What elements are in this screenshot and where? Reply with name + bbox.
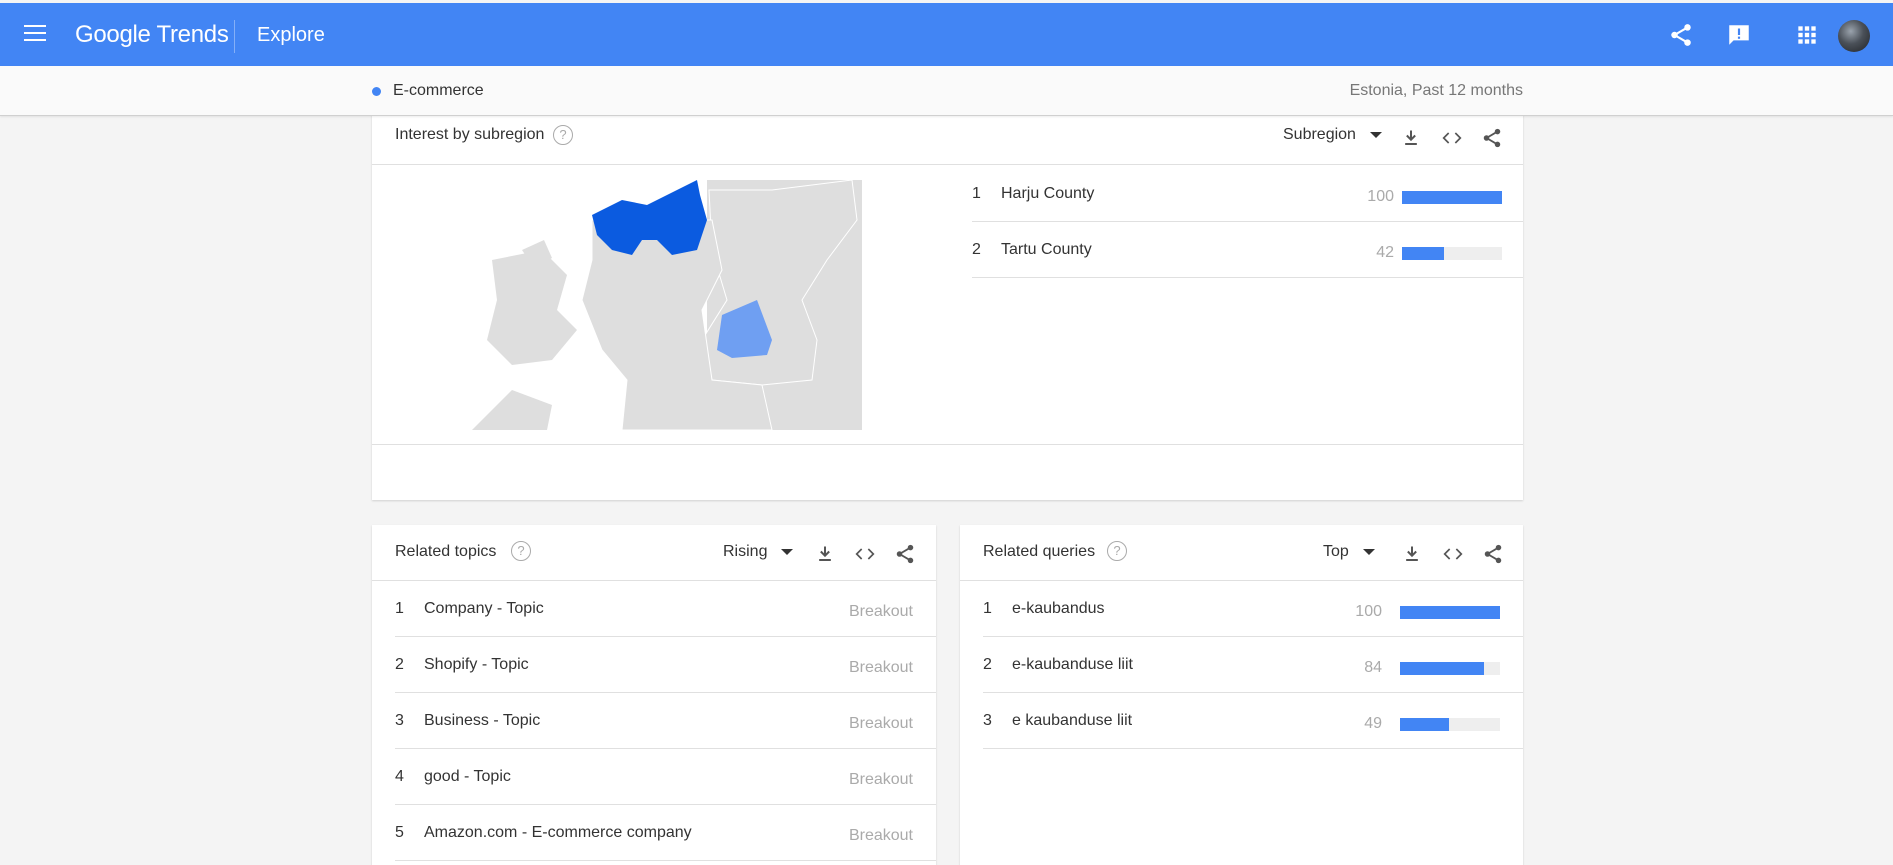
app-bar: Google Trends Explore bbox=[0, 3, 1893, 66]
value-bar bbox=[1400, 662, 1500, 675]
google-trends-logo[interactable]: Google Trends bbox=[75, 21, 229, 49]
term-color-dot bbox=[372, 87, 381, 96]
table-row[interactable]: 2 Shopify - Topic Breakout bbox=[395, 637, 936, 693]
map-island-saaremaa bbox=[487, 250, 577, 365]
row-rank: 4 bbox=[395, 768, 404, 785]
share-icon[interactable] bbox=[894, 543, 916, 565]
dropdown-label: Subregion bbox=[1283, 126, 1356, 143]
share-icon[interactable] bbox=[1482, 543, 1504, 565]
row-label[interactable]: e-kaubanduse liit bbox=[1012, 656, 1133, 674]
row-rank: 1 bbox=[395, 600, 404, 617]
interest-by-subregion-card: Interest by subregion ? Subregion 1 Harj… bbox=[372, 110, 1523, 500]
row-rank: 2 bbox=[983, 656, 992, 673]
row-rank: 3 bbox=[983, 712, 992, 729]
table-row[interactable]: 1 Harju County 100 bbox=[972, 166, 1523, 222]
caret-down-icon bbox=[1362, 548, 1375, 555]
feedback-icon[interactable] bbox=[1726, 22, 1752, 48]
value-bar-fill bbox=[1400, 718, 1449, 731]
search-term-bar: E-commerce Estonia, Past 12 months bbox=[0, 66, 1893, 116]
search-term[interactable]: E-commerce bbox=[393, 82, 484, 100]
embed-icon[interactable] bbox=[1442, 544, 1464, 564]
subregion-dropdown[interactable]: Subregion bbox=[1283, 126, 1382, 144]
related-topics-card: Related topics ? Rising 1 Company - Topi… bbox=[372, 525, 936, 865]
table-row[interactable]: 5 Amazon.com - E-commerce company Breako… bbox=[395, 805, 936, 861]
download-icon[interactable] bbox=[1402, 544, 1422, 564]
embed-icon[interactable] bbox=[1441, 128, 1463, 148]
row-rank: 2 bbox=[395, 656, 404, 673]
value-bar bbox=[1400, 718, 1500, 731]
table-row[interactable]: 2 e-kaubanduse liit 84 bbox=[983, 637, 1523, 693]
row-label[interactable]: Business - Topic bbox=[424, 712, 540, 730]
row-value: 100 bbox=[1367, 188, 1394, 205]
row-rank: 1 bbox=[972, 185, 981, 202]
row-value: Breakout bbox=[848, 715, 913, 732]
value-bar bbox=[1400, 606, 1500, 619]
table-row[interactable]: 3 e kaubanduse liit 49 bbox=[983, 693, 1523, 749]
value-bar bbox=[1402, 247, 1502, 260]
dropdown-label: Top bbox=[1323, 543, 1349, 560]
table-row[interactable]: 1 e-kaubandus 100 bbox=[983, 581, 1523, 637]
table-row[interactable]: 4 good - Topic Breakout bbox=[395, 749, 936, 805]
brand-divider bbox=[234, 20, 235, 53]
download-icon[interactable] bbox=[815, 544, 835, 564]
download-icon[interactable] bbox=[1401, 128, 1421, 148]
map-region-south-west bbox=[472, 390, 552, 430]
row-value: Breakout bbox=[848, 771, 913, 788]
filters-summary[interactable]: Estonia, Past 12 months bbox=[1350, 82, 1523, 100]
row-value: 84 bbox=[1364, 659, 1382, 676]
card-title: Interest by subregion bbox=[395, 126, 545, 143]
row-value: Breakout bbox=[848, 603, 913, 620]
table-row[interactable]: 1 Company - Topic Breakout bbox=[395, 581, 936, 637]
row-rank: 3 bbox=[395, 712, 404, 729]
apps-icon[interactable] bbox=[1794, 22, 1820, 48]
row-rank: 2 bbox=[972, 241, 981, 258]
row-label[interactable]: e-kaubandus bbox=[1012, 600, 1105, 618]
row-value: Breakout bbox=[848, 827, 913, 844]
row-value: 100 bbox=[1355, 603, 1382, 620]
footer-divider bbox=[372, 444, 1523, 445]
row-label[interactable]: Amazon.com - E-commerce company bbox=[424, 824, 692, 842]
related-queries-card: Related queries ? Top 1 e-kaubandus 100 … bbox=[960, 525, 1523, 865]
table-row[interactable]: 3 Business - Topic Breakout bbox=[395, 693, 936, 749]
caret-down-icon bbox=[781, 548, 794, 555]
row-label[interactable]: Shopify - Topic bbox=[424, 656, 529, 674]
estonia-map bbox=[472, 180, 862, 430]
row-label[interactable]: Company - Topic bbox=[424, 600, 544, 618]
header-divider bbox=[372, 164, 1523, 165]
avatar[interactable] bbox=[1838, 20, 1870, 52]
value-bar-fill bbox=[1400, 662, 1484, 675]
table-row[interactable]: 2 Tartu County 42 bbox=[972, 222, 1523, 278]
value-bar-fill bbox=[1400, 606, 1500, 619]
share-icon[interactable] bbox=[1481, 127, 1503, 149]
help-icon[interactable]: ? bbox=[1107, 541, 1127, 561]
card-title: Related queries bbox=[983, 543, 1096, 560]
row-value: 49 bbox=[1364, 715, 1382, 732]
value-bar-fill bbox=[1402, 191, 1502, 204]
caret-down-icon bbox=[1369, 131, 1382, 138]
row-label[interactable]: good - Topic bbox=[424, 768, 511, 786]
menu-icon[interactable] bbox=[24, 25, 46, 43]
row-value: Breakout bbox=[848, 659, 913, 676]
row-rank: 5 bbox=[395, 824, 404, 841]
share-icon[interactable] bbox=[1668, 22, 1694, 48]
top-dropdown[interactable]: Top bbox=[1323, 543, 1375, 561]
embed-icon[interactable] bbox=[854, 544, 876, 564]
row-label[interactable]: Tartu County bbox=[1001, 241, 1092, 259]
page-title: Explore bbox=[257, 24, 325, 46]
row-value: 42 bbox=[1376, 244, 1394, 261]
value-bar bbox=[1402, 191, 1502, 204]
help-icon[interactable]: ? bbox=[553, 125, 573, 145]
value-bar-fill bbox=[1402, 247, 1444, 260]
dropdown-label: Rising bbox=[723, 543, 768, 560]
row-label[interactable]: e kaubanduse liit bbox=[1012, 712, 1132, 730]
help-icon[interactable]: ? bbox=[511, 541, 531, 561]
card-title: Related topics bbox=[395, 543, 497, 560]
rising-dropdown[interactable]: Rising bbox=[723, 543, 794, 561]
row-rank: 1 bbox=[983, 600, 992, 617]
row-label[interactable]: Harju County bbox=[1001, 185, 1094, 203]
